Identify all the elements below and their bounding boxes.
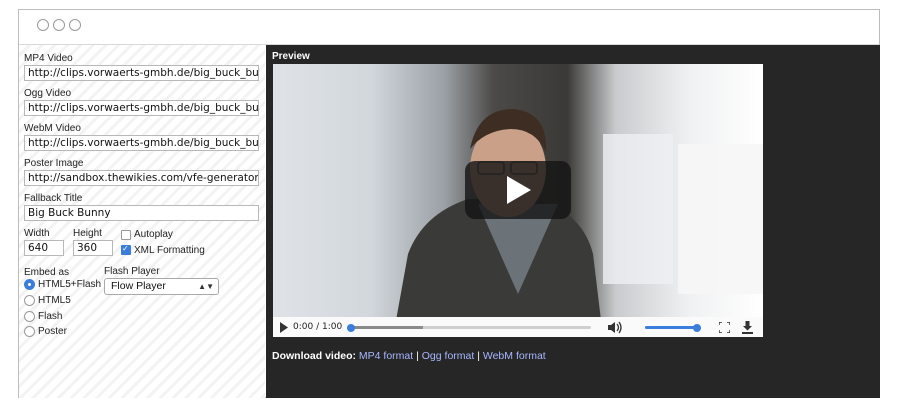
autoplay-label: Autoplay <box>134 229 173 240</box>
xml-formatting-label: XML Formatting <box>134 245 205 256</box>
height-input[interactable]: 360 <box>73 240 113 256</box>
app-window: MP4 Video http://clips.vorwaerts-gmbh.de… <box>18 9 880 398</box>
fallback-title-input[interactable]: Big Buck Bunny <box>24 205 259 221</box>
height-label: Height <box>73 228 102 239</box>
volume-slider[interactable] <box>645 323 701 332</box>
ogg-download-link[interactable]: Ogg format <box>422 350 475 362</box>
webm-url-input[interactable]: http://clips.vorwaerts-gmbh.de/big_buck_… <box>24 135 259 151</box>
download-links: Download video: MP4 format | Ogg format … <box>272 350 546 362</box>
time-display: 0:00 / 1:00 <box>293 322 343 332</box>
volume-icon[interactable] <box>607 321 623 334</box>
select-arrows-icon: ▲▼ <box>198 282 214 291</box>
embed-option-label: HTML5 <box>38 295 71 306</box>
mp4-label: MP4 Video <box>24 53 73 64</box>
width-input[interactable]: 640 <box>24 240 64 256</box>
mp4-download-link[interactable]: MP4 format <box>359 350 413 362</box>
embed-flash-radio[interactable] <box>24 311 35 322</box>
embed-poster-radio[interactable] <box>24 326 35 337</box>
download-icon[interactable] <box>742 321 753 334</box>
volume-knob[interactable] <box>693 323 701 332</box>
embed-option-label: HTML5+Flash <box>38 279 102 290</box>
webm-download-link[interactable]: WebM format <box>483 350 546 362</box>
fallback-title-label: Fallback Title <box>24 193 83 204</box>
embed-option-label: Flash <box>38 311 63 322</box>
ogg-url-input[interactable]: http://clips.vorwaerts-gmbh.de/big_buck_… <box>24 100 259 116</box>
volume-fill <box>645 326 697 329</box>
download-label: Download video: <box>272 350 356 362</box>
embed-option-label: Poster <box>38 326 67 337</box>
poster-url-input[interactable]: http://sandbox.thewikies.com/vfe-generat… <box>24 170 259 186</box>
embed-html5-radio[interactable] <box>24 295 35 306</box>
progress-knob[interactable] <box>347 323 355 332</box>
settings-panel: MP4 Video http://clips.vorwaerts-gmbh.de… <box>19 45 265 398</box>
play-icon[interactable] <box>279 322 289 333</box>
webm-label: WebM Video <box>24 123 81 134</box>
zoom-window-icon[interactable] <box>69 19 81 31</box>
embed-html5-flash-radio[interactable] <box>24 279 35 290</box>
link-separator: | <box>477 350 480 362</box>
link-separator: | <box>416 350 419 362</box>
width-label: Width <box>24 228 50 239</box>
progress-bar[interactable] <box>347 323 591 332</box>
preview-title: Preview <box>272 51 310 62</box>
poster-label: Poster Image <box>24 158 84 169</box>
flash-player-select[interactable]: Flow Player ▲▼ <box>104 278 219 295</box>
video-controls: 0:00 / 1:00 <box>273 317 763 337</box>
minimize-window-icon[interactable] <box>53 19 65 31</box>
ogg-label: Ogg Video <box>24 88 72 99</box>
embed-as-label: Embed as <box>24 267 70 278</box>
fullscreen-icon[interactable] <box>719 322 730 333</box>
flash-player-value: Flow Player <box>111 280 166 292</box>
autoplay-checkbox[interactable] <box>121 230 131 240</box>
preview-panel: Preview 0:00 / 1:00 Download video: MP4 … <box>266 45 880 398</box>
video-player[interactable] <box>273 64 763 337</box>
close-window-icon[interactable] <box>37 19 49 31</box>
mp4-url-input[interactable]: http://clips.vorwaerts-gmbh.de/big_buck_… <box>24 65 259 81</box>
play-overlay-icon[interactable] <box>465 161 571 219</box>
xml-formatting-checkbox[interactable] <box>121 244 131 255</box>
title-bar <box>19 10 879 45</box>
flash-player-label: Flash Player <box>104 266 160 277</box>
